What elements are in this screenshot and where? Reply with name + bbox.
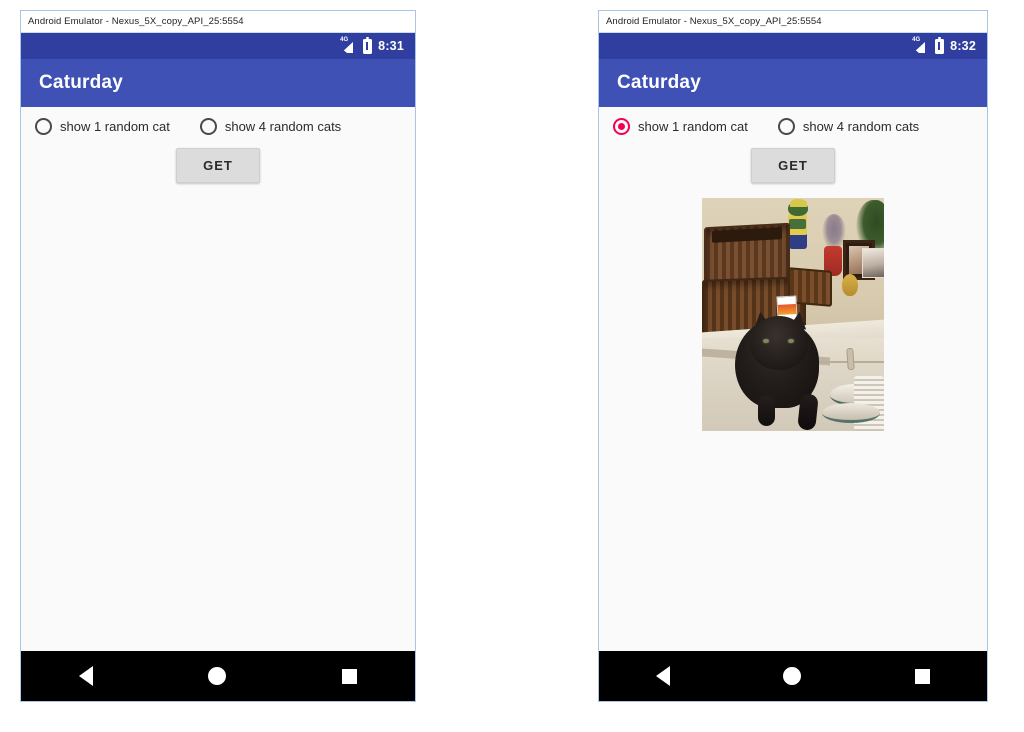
photo-second-print [862, 248, 884, 278]
battery-icon [363, 36, 373, 54]
radio-group: show 1 random cat show 4 random cats [21, 107, 415, 144]
photo-cat-head [750, 316, 808, 370]
radio-label-four-cats: show 4 random cats [802, 119, 920, 134]
app-title: Caturday [39, 72, 123, 93]
screenshot-stage: Android Emulator - Nexus_5X_copy_API_25:… [0, 0, 1024, 732]
photo-cat-eye-right [788, 339, 794, 343]
signal-bars-icon: 4G [340, 36, 357, 54]
radio-button-icon[interactable] [35, 118, 52, 135]
emulator-window-left[interactable]: Android Emulator - Nexus_5X_copy_API_25:… [20, 10, 416, 702]
android-nav-bar [21, 651, 415, 701]
android-status-bar: 4G 8:32 [599, 33, 987, 59]
photo-cat-eye-left [763, 339, 769, 343]
radio-button-icon[interactable] [613, 118, 630, 135]
android-nav-bar [599, 651, 987, 701]
android-status-bar: 4G 8:31 [21, 33, 415, 59]
app-title: Caturday [617, 72, 701, 93]
home-circle-icon[interactable] [783, 667, 802, 685]
radio-option-four-cats[interactable]: show 4 random cats [777, 118, 920, 135]
radio-label-four-cats: show 4 random cats [224, 119, 342, 134]
network-type-label: 4G [912, 36, 921, 43]
device-screen: 4G 8:32 Caturday show 1 random cat show … [599, 33, 987, 701]
window-title-bar[interactable]: Android Emulator - Nexus_5X_copy_API_25:… [21, 11, 415, 33]
radio-button-icon[interactable] [199, 118, 217, 135]
radio-group: show 1 random cat show 4 random cats [599, 107, 987, 144]
back-triangle-icon[interactable] [78, 666, 93, 686]
home-circle-icon[interactable] [208, 667, 227, 685]
emulator-window-right[interactable]: Android Emulator - Nexus_5X_copy_API_25:… [598, 10, 988, 702]
battery-icon [935, 36, 945, 54]
photo-cat-paw [758, 396, 775, 426]
signal-bars-icon: 4G [912, 36, 929, 54]
device-screen: 4G 8:31 Caturday show 1 random cat show … [21, 33, 415, 701]
app-bar: Caturday [21, 59, 415, 107]
recents-square-icon[interactable] [342, 668, 358, 684]
radio-option-one-cat[interactable]: show 1 random cat [35, 118, 170, 135]
app-bar: Caturday [599, 59, 987, 107]
get-button[interactable]: GET [176, 148, 260, 183]
status-bar-clock: 8:32 [950, 39, 976, 53]
photo-bowl-lower [822, 403, 880, 423]
window-title-text: Android Emulator - Nexus_5X_copy_API_25:… [606, 16, 822, 27]
app-content: show 1 random cat show 4 random cats GET [21, 107, 415, 651]
radio-label-one-cat: show 1 random cat [60, 119, 170, 134]
get-button[interactable]: GET [751, 148, 835, 183]
radio-button-icon[interactable] [777, 118, 795, 135]
radio-label-one-cat: show 1 random cat [638, 119, 748, 134]
back-triangle-icon[interactable] [655, 666, 670, 686]
photo-bird-figurine [842, 274, 858, 296]
radio-option-four-cats[interactable]: show 4 random cats [199, 118, 342, 135]
window-title-text: Android Emulator - Nexus_5X_copy_API_25:… [28, 16, 244, 27]
recents-square-icon[interactable] [915, 668, 931, 684]
radio-option-one-cat[interactable]: show 1 random cat [613, 118, 748, 135]
photo-drawer-handle [846, 347, 855, 371]
network-type-label: 4G [340, 36, 349, 43]
window-title-bar[interactable]: Android Emulator - Nexus_5X_copy_API_25:… [599, 11, 987, 33]
cat-image [702, 198, 884, 431]
status-bar-clock: 8:31 [378, 39, 404, 53]
app-content: show 1 random cat show 4 random cats GET [599, 107, 987, 651]
